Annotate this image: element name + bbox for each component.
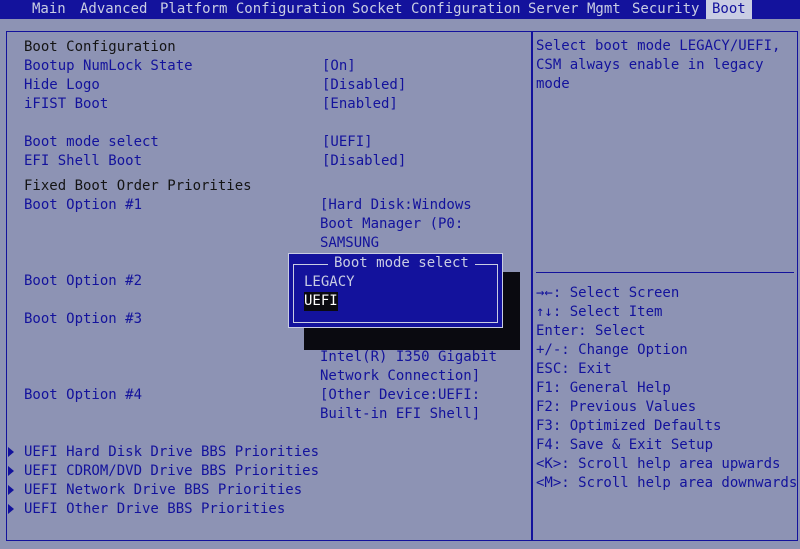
key-hint-f4: F4: Save & Exit Setup	[536, 437, 714, 453]
help-text-line: CSM always enable in legacy	[536, 57, 764, 73]
submenu-uefi-network[interactable]: UEFI Network Drive BBS Priorities	[24, 481, 302, 500]
tab-socket-configuration[interactable]: Socket Configuration	[346, 0, 527, 19]
setting-label-hide-logo[interactable]: Hide Logo	[24, 76, 100, 95]
setting-value-ifist-boot[interactable]: [Enabled]	[322, 95, 398, 114]
setting-value-hide-logo[interactable]: [Disabled]	[322, 76, 406, 95]
help-text-line: mode	[536, 76, 570, 92]
boot-option-4-label[interactable]: Boot Option #4	[24, 386, 142, 405]
boot-option-4-value-line[interactable]: Built-in EFI Shell]	[320, 405, 480, 424]
tab-server-mgmt[interactable]: Server Mgmt	[522, 0, 627, 19]
key-hint-select-screen: →←: Select Screen	[536, 285, 680, 301]
boot-option-3-label[interactable]: Boot Option #3	[24, 310, 142, 329]
boot-option-1-value-line[interactable]: SAMSUNG	[320, 234, 379, 253]
tab-boot[interactable]: Boot	[706, 0, 752, 19]
boot-option-1-value-line[interactable]: Boot Manager (P0:	[320, 215, 463, 234]
setting-label-bootup-numlock[interactable]: Bootup NumLock State	[24, 57, 193, 76]
key-hint-esc: ESC: Exit	[536, 361, 612, 377]
key-hint-change-option: +/-: Change Option	[536, 342, 688, 358]
setting-value-efi-shell-boot[interactable]: [Disabled]	[322, 152, 406, 171]
bios-screen: Main Advanced Platform Configuration Soc…	[0, 0, 800, 549]
boot-option-3-value-line[interactable]: Network Connection]	[320, 367, 480, 386]
help-text-line: Select boot mode LEGACY/UEFI,	[536, 38, 781, 54]
submenu-arrow-icon	[8, 485, 14, 495]
submenu-arrow-icon	[8, 466, 14, 476]
fixed-boot-order-heading: Fixed Boot Order Priorities	[24, 178, 252, 194]
boot-option-3-value-line[interactable]: Intel(R) I350 Gigabit	[320, 348, 497, 367]
tab-security[interactable]: Security	[626, 0, 705, 19]
setting-value-bootup-numlock[interactable]: [On]	[322, 57, 356, 76]
key-hint-f3: F3: Optimized Defaults	[536, 418, 722, 434]
key-hint-enter: Enter: Select	[536, 323, 646, 339]
menu-bar: Main Advanced Platform Configuration Soc…	[0, 0, 800, 19]
setting-label-boot-mode-select[interactable]: Boot mode select	[24, 133, 159, 152]
key-hint-f1: F1: General Help	[536, 380, 671, 396]
popup-title: Boot mode select	[328, 254, 475, 273]
setting-label-efi-shell-boot[interactable]: EFI Shell Boot	[24, 152, 142, 171]
key-hint-scroll-down: <M>: Scroll help area downwards	[536, 475, 798, 491]
submenu-arrow-icon	[8, 447, 14, 457]
setting-label-ifist-boot[interactable]: iFIST Boot	[24, 95, 108, 114]
tab-main[interactable]: Main	[26, 0, 72, 19]
popup-option-uefi[interactable]: UEFI	[304, 292, 338, 311]
boot-option-1-label[interactable]: Boot Option #1	[24, 196, 142, 215]
setting-value-boot-mode-select[interactable]: [UEFI]	[322, 133, 373, 152]
key-hint-scroll-up: <K>: Scroll help area upwards	[536, 456, 781, 472]
submenu-uefi-cdrom-dvd[interactable]: UEFI CDROM/DVD Drive BBS Priorities	[24, 462, 319, 481]
popup-option-legacy[interactable]: LEGACY	[304, 273, 355, 292]
help-divider	[536, 272, 794, 273]
tab-platform-configuration[interactable]: Platform Configuration	[154, 0, 351, 19]
submenu-arrow-icon	[8, 504, 14, 514]
key-hint-f2: F2: Previous Values	[536, 399, 697, 415]
submenu-uefi-other[interactable]: UEFI Other Drive BBS Priorities	[24, 500, 285, 519]
boot-option-4-value-line[interactable]: [Other Device:UEFI:	[320, 386, 480, 405]
tab-advanced[interactable]: Advanced	[74, 0, 153, 19]
boot-option-2-label[interactable]: Boot Option #2	[24, 272, 142, 291]
boot-configuration-heading: Boot Configuration	[24, 39, 176, 55]
key-hint-select-item: ↑↓: Select Item	[536, 304, 663, 320]
submenu-uefi-hard-disk[interactable]: UEFI Hard Disk Drive BBS Priorities	[24, 443, 319, 462]
boot-option-1-value-line[interactable]: [Hard Disk:Windows	[320, 196, 472, 215]
boot-mode-popup: Boot mode select LEGACY UEFI	[288, 253, 503, 328]
